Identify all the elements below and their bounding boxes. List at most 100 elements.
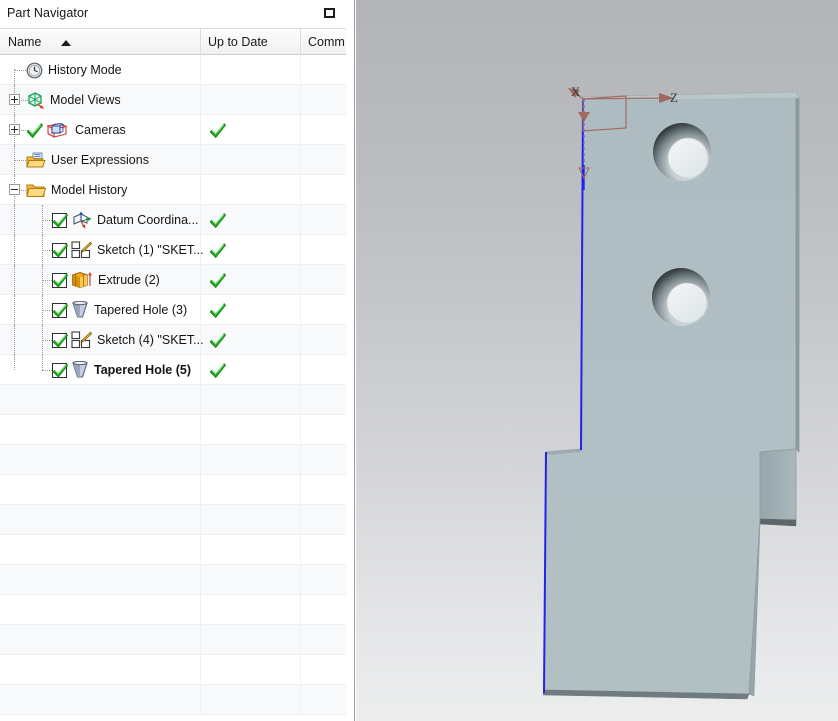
tree-row[interactable]: Sketch (4) "SKET... bbox=[0, 325, 346, 355]
cell-divider bbox=[300, 565, 301, 594]
part-navigator-tree[interactable]: History Mode Model Views Cameras User Expre… bbox=[0, 55, 346, 721]
cell-divider bbox=[200, 505, 201, 534]
cell-divider bbox=[300, 595, 301, 624]
tapered-hole-icon bbox=[71, 361, 89, 379]
tree-name-cell[interactable]: User Expressions bbox=[0, 145, 226, 175]
cell-divider bbox=[300, 685, 301, 714]
cell-divider bbox=[200, 385, 201, 414]
cell-divider bbox=[300, 235, 301, 264]
cell-divider bbox=[200, 685, 201, 714]
feature-suppress-checkbox[interactable] bbox=[52, 242, 69, 258]
tree-item-label: Datum Coordina... bbox=[97, 213, 199, 227]
tree-empty-row bbox=[0, 475, 346, 505]
up-to-date-check-icon bbox=[209, 272, 226, 288]
tree-empty-row bbox=[0, 595, 346, 625]
tree-row[interactable]: History Mode bbox=[0, 55, 346, 85]
tree-empty-row bbox=[0, 415, 346, 445]
cell-divider bbox=[300, 115, 301, 144]
column-header-up-to-date[interactable]: Up to Date bbox=[200, 29, 300, 55]
feature-suppress-checkbox[interactable] bbox=[52, 212, 69, 228]
part-step-shadow-edge bbox=[759, 518, 797, 527]
part-navigator-title-bar: Part Navigator bbox=[0, 0, 346, 27]
tree-row[interactable]: Model History bbox=[0, 175, 346, 205]
column-header-comments[interactable]: Comm bbox=[300, 29, 346, 55]
tree-name-cell[interactable]: Cameras bbox=[0, 115, 226, 145]
cell-divider bbox=[300, 625, 301, 654]
tree-empty-row bbox=[0, 625, 346, 655]
tree-item-label: History Mode bbox=[48, 63, 122, 77]
cell-divider bbox=[300, 205, 301, 234]
part-navigator-panel: Part Navigator Name Up to Date Comm Hist… bbox=[0, 0, 346, 721]
cell-divider bbox=[300, 325, 301, 354]
cell-divider bbox=[300, 145, 301, 174]
up-to-date-check-icon bbox=[209, 212, 226, 228]
nx-application-window: Part Navigator Name Up to Date Comm Hist… bbox=[0, 0, 838, 721]
tree-name-cell[interactable]: History Mode bbox=[0, 55, 226, 85]
up-to-date-cell bbox=[200, 235, 300, 265]
tree-empty-row bbox=[0, 445, 346, 475]
up-to-date-cell bbox=[200, 355, 300, 385]
up-to-date-cell bbox=[200, 85, 300, 115]
cell-divider bbox=[200, 535, 201, 564]
column-header-row: Name Up to Date Comm bbox=[0, 28, 346, 55]
cell-divider bbox=[300, 85, 301, 114]
folder-expressions-icon bbox=[26, 152, 46, 169]
cell-divider bbox=[300, 55, 301, 84]
cell-divider bbox=[300, 475, 301, 504]
tree-row[interactable]: Model Views bbox=[0, 85, 346, 115]
sketch-icon bbox=[71, 241, 92, 259]
panel-splitter[interactable] bbox=[346, 0, 355, 721]
tree-name-cell[interactable]: Model History bbox=[0, 175, 226, 205]
cell-divider bbox=[300, 265, 301, 294]
up-to-date-cell bbox=[200, 55, 300, 85]
model-views-icon bbox=[26, 91, 45, 109]
up-to-date-cell bbox=[200, 115, 300, 145]
extrude-icon bbox=[71, 271, 93, 289]
tree-item-label: Tapered Hole (5) bbox=[94, 363, 192, 377]
up-to-date-cell bbox=[200, 265, 300, 295]
tree-empty-row bbox=[0, 655, 346, 685]
tapered-hole-icon bbox=[71, 301, 89, 319]
feature-suppress-checkbox[interactable] bbox=[52, 362, 69, 378]
cell-divider bbox=[300, 355, 301, 384]
part-navigator-title: Part Navigator bbox=[7, 6, 89, 20]
tree-item-label: Extrude (2) bbox=[98, 273, 160, 287]
cell-divider bbox=[300, 295, 301, 324]
column-header-comments-label: Comm bbox=[308, 35, 345, 49]
column-header-name[interactable]: Name bbox=[0, 29, 200, 55]
cell-divider bbox=[200, 445, 201, 474]
cell-divider bbox=[200, 565, 201, 594]
tree-item-label: Tapered Hole (3) bbox=[94, 303, 188, 317]
cell-divider bbox=[200, 475, 201, 504]
clock-icon bbox=[26, 62, 43, 79]
up-to-date-cell bbox=[200, 325, 300, 355]
tree-row[interactable]: Sketch (1) "SKET... bbox=[0, 235, 346, 265]
feature-suppress-checkbox[interactable] bbox=[52, 332, 69, 348]
up-to-date-check-icon bbox=[209, 122, 226, 138]
tree-row[interactable]: Tapered Hole (5) bbox=[0, 355, 346, 385]
tree-row[interactable]: Tapered Hole (3) bbox=[0, 295, 346, 325]
tree-empty-row bbox=[0, 565, 346, 595]
sort-ascending-icon bbox=[61, 40, 71, 46]
tree-row[interactable]: Extrude (2) bbox=[0, 265, 346, 295]
axis-label-z: Z bbox=[670, 90, 678, 105]
feature-suppress-checkbox[interactable] bbox=[52, 272, 69, 288]
up-to-date-cell bbox=[200, 145, 300, 175]
feature-suppress-checkbox[interactable] bbox=[52, 302, 69, 318]
up-to-date-cell bbox=[200, 295, 300, 325]
axis-label-x: X bbox=[571, 84, 581, 99]
column-header-up-to-date-label: Up to Date bbox=[208, 35, 268, 49]
tree-row[interactable]: User Expressions bbox=[0, 145, 346, 175]
up-to-date-check-icon bbox=[209, 242, 226, 258]
sketch-icon bbox=[71, 331, 92, 349]
tree-row[interactable]: Cameras bbox=[0, 115, 346, 145]
graphics-viewport[interactable]: X Z bbox=[356, 0, 838, 721]
tree-row[interactable]: Datum Coordina... bbox=[0, 205, 346, 235]
tree-name-cell[interactable]: Model Views bbox=[0, 85, 226, 115]
tree-item-label: Sketch (1) "SKET... bbox=[97, 243, 204, 257]
status-check-icon bbox=[26, 122, 43, 138]
up-to-date-cell bbox=[200, 175, 300, 205]
folder-icon bbox=[26, 182, 46, 199]
restore-window-icon[interactable] bbox=[323, 6, 338, 21]
cell-divider bbox=[300, 535, 301, 564]
